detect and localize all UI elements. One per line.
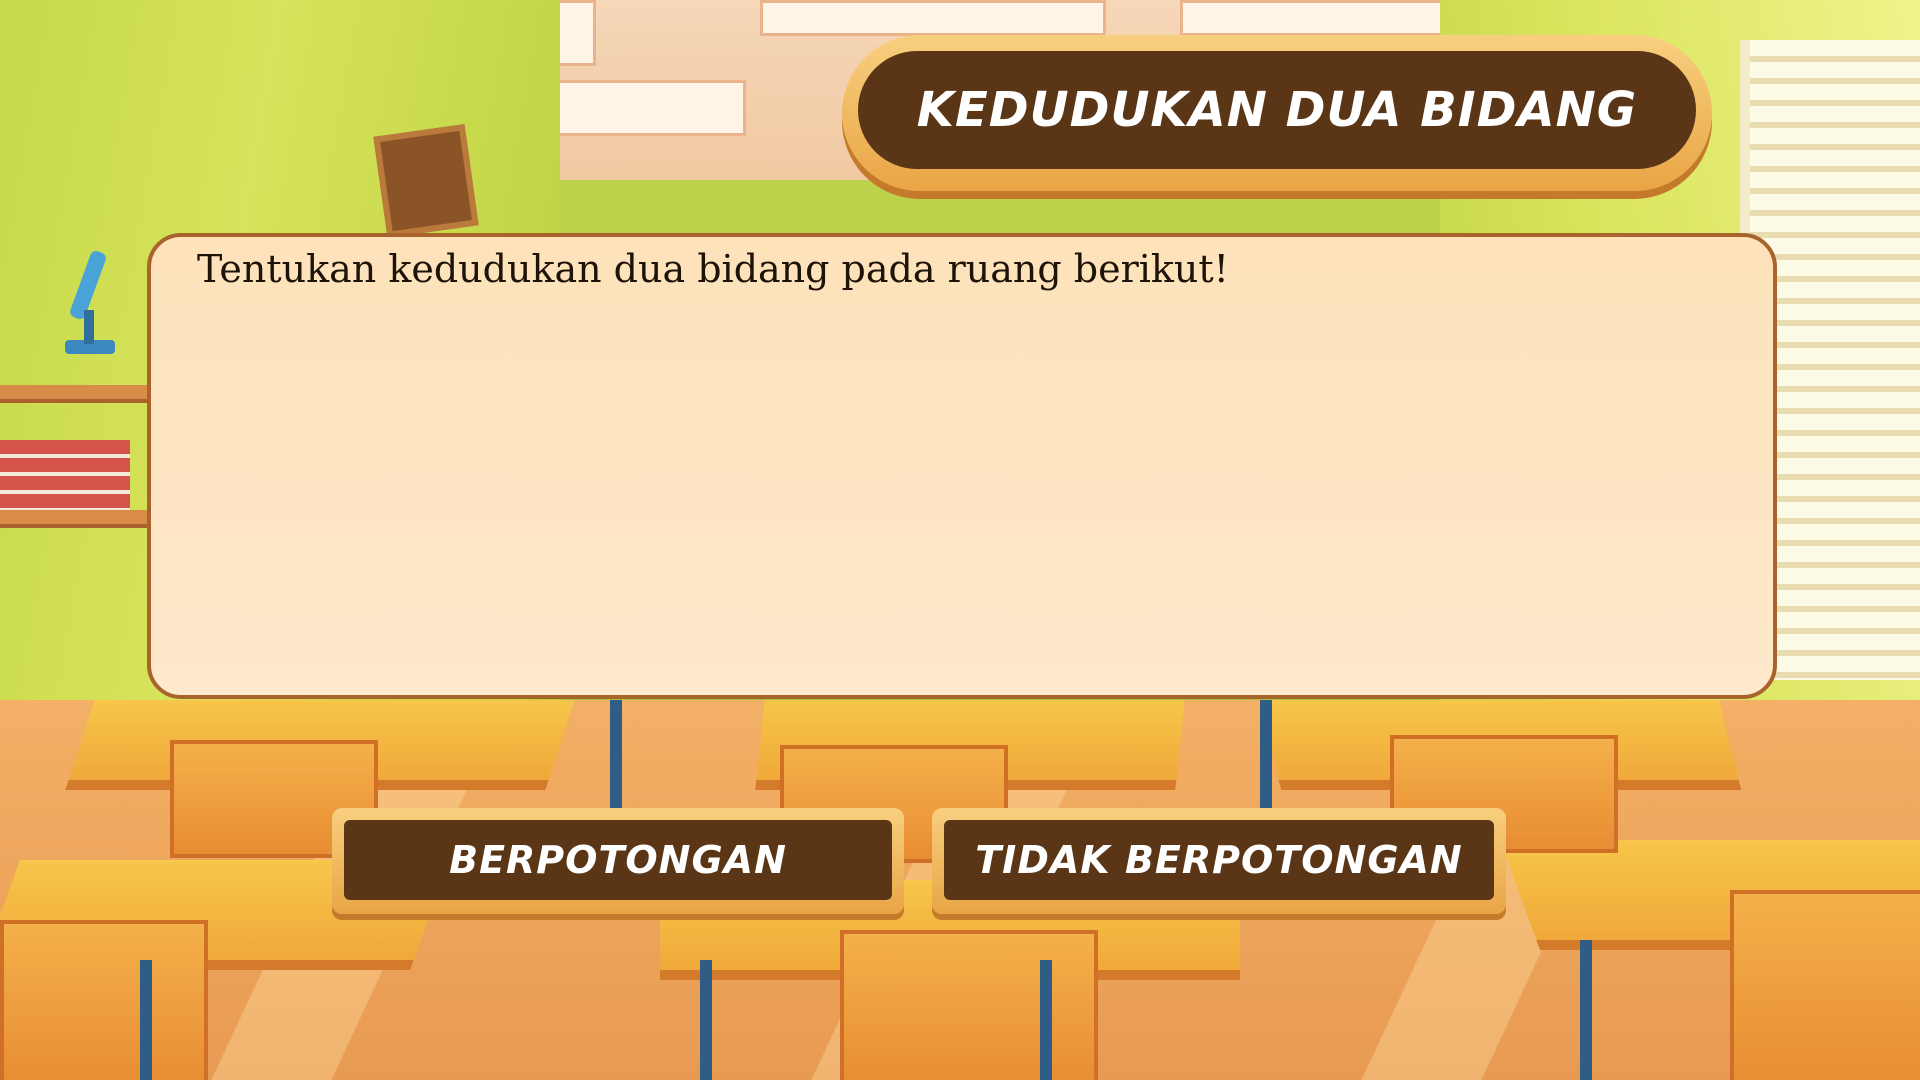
chair bbox=[840, 930, 1098, 1080]
desk-leg bbox=[610, 700, 622, 810]
wall-frame bbox=[373, 124, 479, 238]
answer-button-tidak-berpotongan[interactable]: TIDAK BERPOTONGAN bbox=[932, 808, 1506, 914]
desk-leg bbox=[1040, 960, 1052, 1080]
ceiling-light bbox=[760, 0, 1106, 36]
desk-leg bbox=[140, 960, 152, 1080]
answer-button-label: BERPOTONGAN bbox=[449, 838, 787, 882]
answer-button-inner: BERPOTONGAN bbox=[344, 820, 892, 900]
chair bbox=[1730, 890, 1920, 1080]
question-panel: Tentukan kedudukan dua bidang pada ruang… bbox=[147, 233, 1777, 699]
wall-shelf bbox=[0, 385, 150, 403]
desk-leg bbox=[1580, 940, 1592, 1080]
answer-button-label: TIDAK BERPOTONGAN bbox=[975, 838, 1463, 882]
desk-leg bbox=[1260, 700, 1272, 810]
question-text: Tentukan kedudukan dua bidang pada ruang… bbox=[197, 247, 1229, 291]
answer-button-inner: TIDAK BERPOTONGAN bbox=[944, 820, 1494, 900]
answer-button-berpotongan[interactable]: BERPOTONGAN bbox=[332, 808, 904, 914]
wall-shelf bbox=[0, 510, 150, 528]
chair bbox=[0, 920, 208, 1080]
title-banner: KEDUDUKAN DUA BIDANG bbox=[842, 35, 1712, 191]
title-banner-inner: KEDUDUKAN DUA BIDANG bbox=[858, 51, 1696, 169]
books bbox=[0, 440, 130, 510]
page-title: KEDUDUKAN DUA BIDANG bbox=[916, 82, 1638, 138]
microscope-icon bbox=[65, 251, 115, 354]
desk-leg bbox=[700, 960, 712, 1080]
